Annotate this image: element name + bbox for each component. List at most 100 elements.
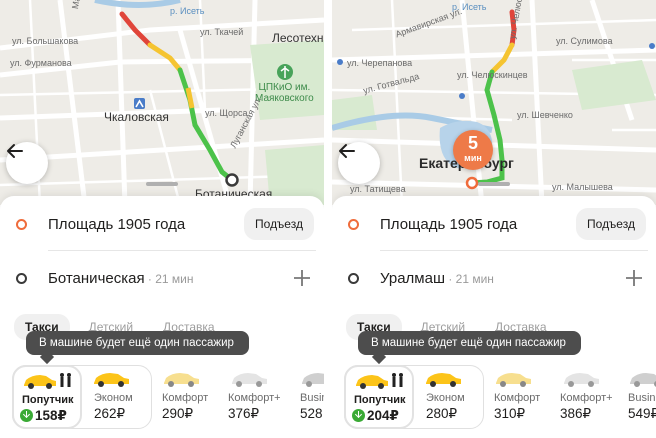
tariff-comfort-plus[interactable]: Комфорт+ 376₽ [226, 365, 292, 429]
car-business-icon [302, 373, 324, 387]
tariff-econom[interactable]: Эконом 262₽ [84, 365, 150, 429]
tariff-poputchik[interactable]: Попутчик 204₽ [344, 365, 414, 429]
pickup-row[interactable]: Площадь 1905 года Подъезд [332, 199, 656, 249]
map-label-metro: Чкаловская [104, 110, 169, 124]
map-label-street: ул. Шевченко [517, 110, 573, 120]
car-comfort-icon [164, 373, 199, 387]
destination-name: Ботаническая [48, 269, 145, 287]
pickup-address: Площадь 1905 года [380, 215, 518, 233]
tariff-list: Попутчик 158₽ Эконом 262₽ Комфорт 290₽ К… [12, 365, 324, 429]
map-label-street: ул. Ткачей [200, 27, 244, 37]
tariff-price: 158₽ [20, 408, 67, 424]
add-stop-button[interactable] [622, 266, 646, 290]
plus-icon [294, 270, 310, 286]
tariff-price: 280₽ [426, 406, 458, 421]
tariff-name: Business [300, 392, 324, 404]
car-comfort-icon [496, 373, 531, 387]
tariff-comfort[interactable]: Комфорт 290₽ [158, 365, 224, 429]
arrow-down-icon [20, 409, 33, 422]
map[interactable]: Машинная р. Исеть ул. Большакова ул. Фур… [0, 0, 324, 205]
passenger-tooltip: В машине будет ещё один пассажир [358, 331, 581, 355]
tariff-list: Попутчик 204₽ Эконом 280₽ Комфорт 310₽ К… [344, 365, 656, 429]
tariff-price: 528 [300, 406, 323, 421]
shared-car-icon [24, 373, 71, 389]
map-label-street: ул. Малышева [552, 182, 613, 192]
map-label-street: ул. Челюскинцев [457, 70, 528, 80]
tariff-price: 290₽ [162, 406, 194, 421]
car-econom-icon [94, 373, 129, 387]
arrow-left-icon [7, 144, 23, 158]
arrow-left-icon [339, 144, 355, 158]
car-business-icon [630, 373, 656, 387]
tariff-price-value: 158₽ [35, 408, 67, 423]
tariff-price: 549₽ [628, 406, 656, 421]
back-button[interactable] [338, 142, 380, 184]
tariff-comfort-plus[interactable]: Комфорт+ 386₽ [558, 365, 624, 429]
tariff-price: 262₽ [94, 406, 126, 421]
eta-minutes: 5 [467, 133, 478, 153]
order-sheet: Площадь 1905 года Подъезд Уралмаш · 21 м… [332, 196, 656, 438]
arrow-down-icon [352, 409, 365, 422]
eta-unit: мин [464, 153, 482, 163]
tariff-price: 204₽ [352, 408, 399, 424]
back-button[interactable] [6, 142, 48, 184]
destination-row[interactable]: Уралмаш · 21 мин [332, 253, 656, 303]
tariff-business[interactable]: Business 549₽ [626, 365, 656, 429]
entrance-button[interactable]: Подъезд [244, 208, 314, 240]
destination-name: Уралмаш [380, 269, 445, 287]
tariff-poputchik[interactable]: Попутчик 158₽ [12, 365, 82, 429]
car-comfort-plus-icon [564, 373, 599, 387]
pickup-address: Площадь 1905 года [48, 215, 186, 233]
map-label-park: ЦПКиО им. Маяковского [255, 82, 314, 104]
destination-row[interactable]: Ботаническая · 21 мин [0, 253, 324, 303]
eta-badge: 5 мин [453, 130, 493, 170]
destination-dot-icon [16, 272, 27, 284]
map-label-street: ул. Татищева [350, 184, 406, 194]
tariff-name: Комфорт+ [228, 392, 281, 404]
map[interactable]: ул. Челюскинцев р. Исеть Армавирская ул.… [332, 0, 656, 205]
map-label-street: ул. Фурманова [10, 58, 72, 68]
map-label-street: ул. Щорса [205, 108, 248, 118]
destination-eta: · 21 мин [144, 271, 194, 286]
divider [48, 250, 316, 251]
tariff-price: 376₽ [228, 406, 260, 421]
tariff-name: Эконом [94, 392, 133, 404]
pickup-dot-icon [16, 218, 27, 230]
destination-dot-icon [348, 272, 359, 284]
car-econom-icon [426, 373, 461, 387]
sheet-handle[interactable] [146, 182, 178, 186]
tariff-price: 386₽ [560, 406, 592, 421]
tariff-price: 310₽ [494, 406, 526, 421]
divider [380, 250, 648, 251]
screen-left: Машинная р. Исеть ул. Большакова ул. Фур… [0, 0, 324, 438]
tariff-name: Эконом [426, 392, 465, 404]
destination-address: Ботаническая · 21 мин [48, 270, 194, 287]
map-label-river: р. Исеть [170, 6, 205, 16]
tariff-business[interactable]: Business 528 [298, 365, 324, 429]
tariff-comfort[interactable]: Комфорт 310₽ [490, 365, 556, 429]
passenger-tooltip: В машине будет ещё один пассажир [26, 331, 249, 355]
map-label-street: ул. Черепанова [347, 58, 413, 68]
tariff-price-value: 204₽ [367, 408, 399, 423]
tariff-name: Попутчик [354, 394, 406, 406]
tariff-econom[interactable]: Эконом 280₽ [416, 365, 482, 429]
entrance-button[interactable]: Подъезд [576, 208, 646, 240]
tariff-name: Попутчик [22, 394, 74, 406]
panel-separator [324, 0, 332, 438]
tariff-name: Комфорт [494, 392, 541, 404]
plus-icon [626, 270, 642, 286]
map-graphics [332, 0, 656, 205]
destination-address: Уралмаш · 21 мин [380, 270, 494, 287]
screen-right: ул. Челюскинцев р. Исеть Армавирская ул.… [332, 0, 656, 438]
destination-eta: · 21 мин [444, 271, 494, 286]
map-label-district: Лесотехни [272, 31, 324, 45]
map-label-street: ул. Большакова [12, 36, 79, 46]
tariff-name: Комфорт+ [560, 392, 613, 404]
pickup-row[interactable]: Площадь 1905 года Подъезд [0, 199, 324, 249]
pickup-dot-icon [348, 218, 359, 230]
order-sheet: Площадь 1905 года Подъезд Ботаническая ·… [0, 196, 324, 438]
add-stop-button[interactable] [290, 266, 314, 290]
sheet-handle[interactable] [478, 182, 510, 186]
tariff-name: Business [628, 392, 656, 404]
map-label-street: ул. Сулимова [556, 36, 613, 46]
